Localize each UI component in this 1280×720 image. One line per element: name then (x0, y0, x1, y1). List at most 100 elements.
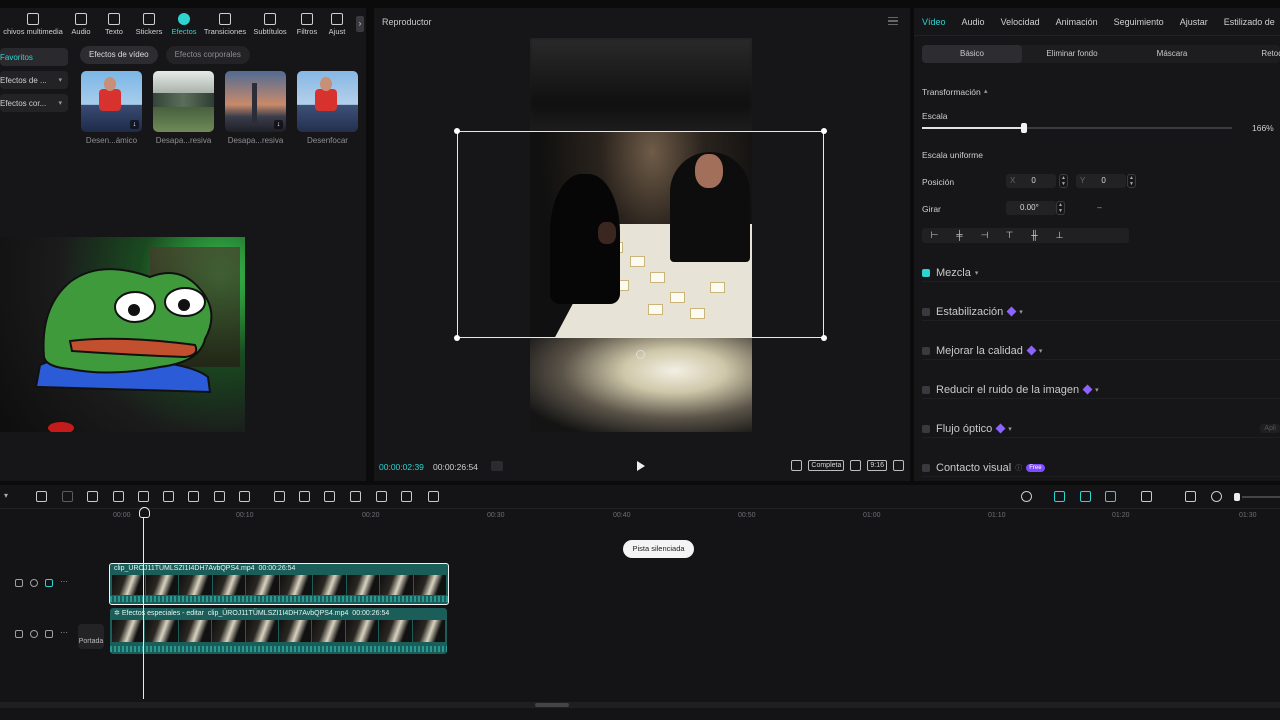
preview-axis-icon[interactable] (1105, 491, 1116, 502)
chevron-down-icon[interactable]: ▾ (1039, 347, 1043, 355)
effect-card[interactable]: Desenfocar (297, 71, 358, 145)
split-left-icon[interactable] (113, 491, 124, 502)
align-bottom-icon[interactable]: ⊥ (1047, 228, 1072, 243)
tab-video[interactable]: Vídeo (914, 17, 954, 27)
tool-effects[interactable]: Efectos (166, 8, 202, 38)
rotate-stepper[interactable]: ▲ ▼ (1056, 201, 1065, 215)
tab-tracking[interactable]: Seguimiento (1106, 17, 1172, 27)
cover-button[interactable]: Portada (78, 624, 104, 649)
link-icon[interactable] (1080, 491, 1091, 502)
ratio-button[interactable]: 9:16 (867, 460, 887, 471)
menu-icon[interactable] (888, 17, 898, 25)
resize-handle-tl[interactable] (454, 128, 460, 134)
resize-handle-bl[interactable] (454, 335, 460, 341)
position-x-field[interactable]: X0 (1006, 174, 1056, 188)
option-noise-reduction[interactable]: Reducir el ruido de la imagen ▾ (922, 381, 1280, 399)
tool-transitions[interactable]: Transiciones (202, 8, 248, 38)
option-enhance-quality[interactable]: Mejorar la calidad ▾ (922, 342, 1280, 360)
position-x-stepper[interactable]: ▲ ▼ (1059, 174, 1068, 188)
tab-adjust[interactable]: Ajustar (1172, 17, 1216, 27)
snap-icon[interactable] (1054, 491, 1065, 502)
info-icon[interactable]: ⓘ (1015, 463, 1022, 473)
checkbox-checked[interactable] (922, 268, 930, 277)
side-item-body-effects[interactable]: Efectos cor... ▾ (0, 94, 68, 112)
effect-card[interactable]: ↓ Desapa...resiva (225, 71, 286, 145)
fit-icon[interactable] (1185, 491, 1196, 502)
checkbox[interactable] (922, 307, 930, 316)
checkbox[interactable] (922, 463, 930, 472)
scale-slider[interactable] (922, 123, 1232, 133)
rotate-field[interactable]: 0.00° (1006, 201, 1056, 215)
download-icon[interactable]: ↓ (130, 120, 139, 129)
option-stabilization[interactable]: Estabilización ▾ (922, 303, 1280, 321)
audio-muted-icon[interactable] (45, 579, 53, 587)
chevron-up-icon[interactable]: ▴ (984, 87, 988, 95)
resize-handle-br[interactable] (821, 335, 827, 341)
tab-stylize[interactable]: Estilizado de (1216, 17, 1280, 27)
subtab-remove-bg[interactable]: Eliminar fondo (1022, 45, 1122, 63)
playhead[interactable] (139, 507, 150, 699)
edit-icon[interactable] (791, 460, 803, 471)
split-audio-icon[interactable] (1141, 491, 1152, 502)
mirror-icon[interactable] (299, 491, 310, 502)
position-y-field[interactable]: Y0 (1076, 174, 1126, 188)
chevron-right-icon[interactable]: › (356, 16, 364, 32)
align-left-icon[interactable]: ⊢ (922, 228, 947, 243)
split-icon[interactable] (87, 491, 98, 502)
align-center-v-icon[interactable]: ╫ (1022, 228, 1047, 243)
scrollbar-thumb[interactable] (535, 703, 569, 707)
redo-icon[interactable] (62, 491, 73, 502)
video-clip-selected[interactable]: clip_ÜROJ11TÜMLSZI1I4DH7AvbQPS4.mp4 00:0… (109, 563, 449, 605)
transform-heading[interactable]: Transformación (922, 87, 981, 97)
shield-icon[interactable] (188, 491, 199, 502)
side-item-favorites[interactable]: Favoritos (0, 48, 68, 66)
side-item-video-effects[interactable]: Efectos de ... ▾ (0, 71, 68, 89)
zoom-out-icon[interactable] (1211, 491, 1222, 502)
checkbox[interactable] (922, 385, 930, 394)
fullscreen-icon[interactable] (893, 460, 904, 471)
option-eye-contact[interactable]: Contacto visual ⓘ Free (922, 459, 1280, 477)
crop-icon[interactable] (214, 491, 225, 502)
tool-subtitles[interactable]: Subtítulos (248, 8, 292, 38)
magic-icon[interactable] (350, 491, 361, 502)
align-top-icon[interactable]: ⊤ (997, 228, 1022, 243)
undo-icon[interactable] (36, 491, 47, 502)
tool-media[interactable]: chivos multimedia (0, 8, 66, 38)
effect-card[interactable]: Desapa...resiva (153, 71, 214, 145)
download-icon[interactable]: ↓ (274, 120, 283, 129)
checkbox[interactable] (922, 424, 930, 433)
eye-icon[interactable] (30, 579, 38, 587)
subtab-basic[interactable]: Básico (922, 45, 1022, 63)
select-tool-icon[interactable]: ▾ (4, 491, 15, 502)
subtab-mask[interactable]: Máscara (1122, 45, 1222, 63)
tab-audio[interactable]: Audio (954, 17, 993, 27)
video-clip-effects[interactable]: ✲ Efectos especiales - editar clip_ÜROJ1… (110, 608, 447, 654)
chevron-down-icon[interactable]: ▾ (975, 269, 979, 277)
chevron-down-icon[interactable]: ▾ (1019, 308, 1023, 316)
timeline-scrollbar[interactable] (0, 702, 1280, 708)
eye-icon[interactable] (30, 630, 38, 638)
rotate-clip-icon[interactable] (324, 491, 335, 502)
align-right-icon[interactable]: ⊣ (972, 228, 997, 243)
marker-icon[interactable] (491, 461, 503, 471)
more-icon[interactable]: ⋯ (60, 629, 68, 638)
tab-animation[interactable]: Animación (1048, 17, 1106, 27)
subtab-retouch[interactable]: Retoq (1222, 45, 1280, 63)
scale-value[interactable]: 166% (1252, 123, 1274, 133)
apply-button[interactable]: Apli (1260, 424, 1280, 433)
split-right-icon[interactable] (138, 491, 149, 502)
tool-stickers[interactable]: Stickers (132, 8, 166, 38)
option-optical-flow[interactable]: Flujo óptico ▾ Apli (922, 420, 1280, 438)
chevron-down-icon[interactable]: ▾ (1008, 425, 1012, 433)
effect-card[interactable]: ↓ Desen...ámico (81, 71, 142, 145)
resize-icon[interactable] (376, 491, 387, 502)
tool-text[interactable]: Texto (96, 8, 132, 38)
chip-video-effects[interactable]: Efectos de vídeo (80, 46, 158, 64)
rotate-dash-icon[interactable]: – (1095, 201, 1104, 215)
position-y-stepper[interactable]: ▲ ▼ (1127, 174, 1136, 188)
tab-speed[interactable]: Velocidad (993, 17, 1048, 27)
checkbox[interactable] (922, 346, 930, 355)
tool-filters[interactable]: Filtros (292, 8, 322, 38)
lock-icon[interactable] (15, 579, 23, 587)
chevron-down-icon[interactable]: ▾ (1095, 386, 1099, 394)
